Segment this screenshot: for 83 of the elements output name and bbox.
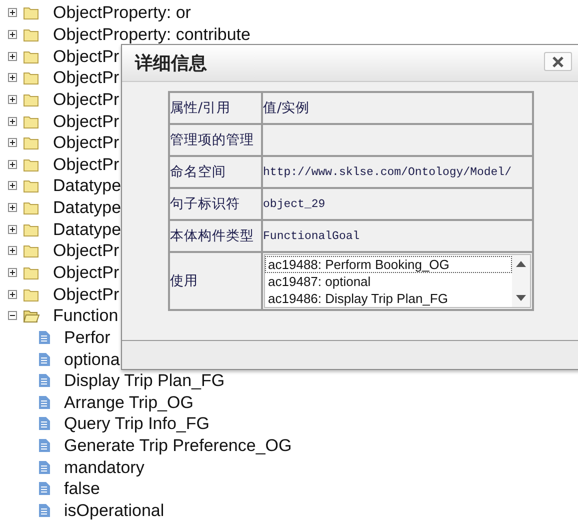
folder-icon — [23, 265, 40, 280]
document-icon — [38, 394, 51, 410]
document-icon — [38, 330, 51, 345]
scroll-down-icon — [516, 295, 526, 301]
document-icon — [38, 352, 51, 367]
tree-item[interactable]: ObjectPr — [53, 69, 120, 86]
document-icon — [38, 438, 51, 454]
expand-toggle[interactable] — [8, 138, 17, 148]
document-icon — [38, 373, 51, 388]
tree-item[interactable]: mandatory — [64, 458, 144, 476]
expand-toggle[interactable] — [8, 73, 17, 82]
tree-item[interactable]: Function — [53, 307, 118, 324]
close-button[interactable] — [544, 52, 572, 71]
tree-item[interactable]: ObjectPr — [53, 286, 120, 303]
expand-toggle[interactable] — [8, 181, 17, 190]
list-item[interactable]: ac19486: Display Trip Plan_FG — [265, 290, 512, 307]
tree-item[interactable]: isOperational — [64, 502, 164, 520]
expand-toggle[interactable] — [8, 30, 17, 39]
document-icon — [38, 416, 51, 432]
tree-item[interactable]: ObjectPr — [53, 48, 120, 65]
collapse-toggle[interactable] — [8, 311, 17, 320]
expand-toggle[interactable] — [8, 116, 17, 126]
expand-toggle[interactable] — [8, 160, 17, 169]
column-header: 值/实例 — [262, 92, 533, 124]
tree-item[interactable]: Perfor — [64, 328, 110, 346]
folder-icon — [23, 114, 40, 129]
tree-item[interactable]: ObjectPr — [53, 156, 120, 173]
column-header: 属性/引用 — [169, 92, 262, 124]
scroll-up-icon — [516, 261, 526, 267]
folder-icon — [23, 200, 40, 216]
expand-toggle[interactable] — [8, 52, 17, 61]
tree-item[interactable]: Datatype — [53, 220, 122, 238]
folder-icon — [23, 156, 40, 172]
property-cell: 管理项的管理 — [169, 124, 262, 156]
expand-toggle[interactable] — [8, 94, 17, 104]
tree-item[interactable]: Query Trip Info_FG — [64, 415, 210, 432]
list-item[interactable]: ac19487: optional — [265, 273, 512, 290]
folder-icon — [23, 26, 40, 42]
dialog-title: 详细信息 — [135, 52, 207, 75]
value-cell: http://www.sklse.com/Ontology/Model/ — [262, 156, 533, 188]
folder-icon — [23, 178, 40, 194]
folder-icon — [23, 135, 40, 150]
property-cell: 命名空间 — [169, 156, 262, 188]
expand-toggle[interactable] — [8, 224, 17, 234]
tree-item[interactable]: Arrange Trip_OG — [64, 394, 194, 411]
expand-toggle[interactable] — [8, 203, 17, 212]
expand-toggle[interactable] — [8, 246, 17, 256]
property-cell: 句子标识符 — [169, 188, 262, 220]
folder-icon — [23, 222, 40, 237]
expand-toggle[interactable] — [8, 290, 17, 299]
document-icon — [38, 503, 51, 518]
document-icon — [38, 481, 51, 496]
tree-item[interactable]: ObjectPr — [53, 112, 120, 130]
folder-icon — [23, 5, 40, 20]
folder-icon — [23, 48, 40, 64]
open-folder-icon — [23, 308, 40, 324]
value-cell: FunctionalGoal — [262, 220, 533, 252]
document-icon — [38, 460, 51, 475]
folder-icon — [23, 286, 40, 302]
property-cell: 使用 — [169, 252, 262, 310]
tree-item[interactable]: ObjectPr — [53, 134, 120, 152]
tree-item[interactable]: Datatype — [53, 177, 122, 194]
tree-item[interactable]: ObjectProperty: contribute — [53, 26, 250, 43]
folder-icon — [23, 243, 40, 258]
property-cell: 本体构件类型 — [169, 220, 262, 252]
value-cell: object_29 — [262, 188, 533, 220]
expand-toggle[interactable] — [8, 268, 17, 277]
tree-item[interactable]: Display Trip Plan_FG — [64, 372, 225, 390]
scrollbar[interactable] — [512, 255, 530, 307]
tree-item[interactable]: ObjectProperty: or — [53, 4, 191, 22]
tree-item[interactable]: Generate Trip Preference_OG — [64, 437, 292, 454]
folder-icon — [23, 70, 40, 86]
list-item[interactable]: ac19488: Perform Booking_OG — [265, 256, 512, 273]
folder-icon — [23, 92, 40, 107]
tree-item[interactable]: ObjectPr — [53, 90, 120, 108]
tree-item[interactable]: ObjectPr — [53, 264, 120, 281]
usage-list[interactable]: ac19488: Perform Booking_OG ac19487: optional ac19486: Display Trip Plan_FG — [264, 254, 531, 308]
expand-toggle[interactable] — [8, 8, 17, 18]
tree-item[interactable]: Datatype — [53, 199, 122, 216]
tree-item[interactable]: false — [64, 480, 100, 498]
close-icon — [552, 56, 564, 68]
tree-item[interactable]: optiona — [64, 350, 120, 368]
tree-item[interactable]: ObjectPr — [53, 242, 120, 260]
